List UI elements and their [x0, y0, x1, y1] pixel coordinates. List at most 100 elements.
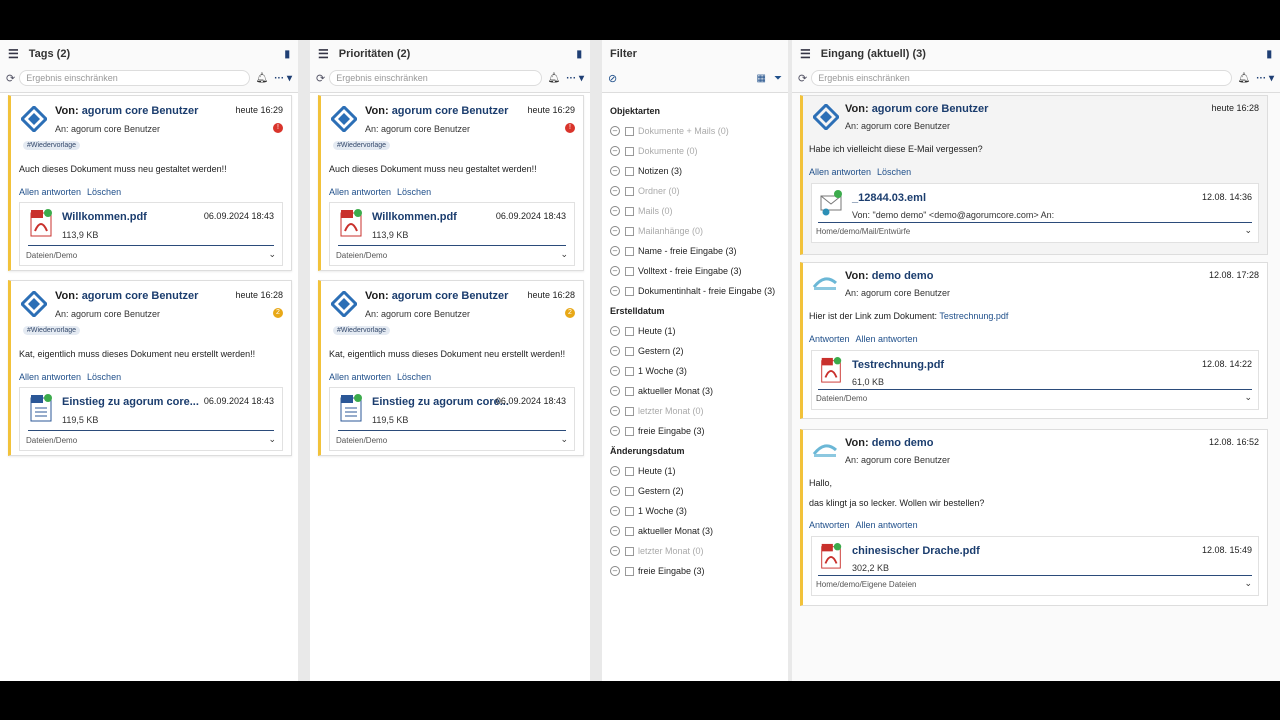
delete-link[interactable]: Löschen: [87, 187, 121, 197]
chevron-down-icon[interactable]: ⌄: [1244, 392, 1252, 403]
refresh-icon[interactable]: ⟳: [6, 72, 15, 85]
menu-icon[interactable]: ☰: [800, 47, 811, 61]
checkbox[interactable]: [625, 246, 634, 256]
attachment[interactable]: Einstieg zu agorum core... 06.09.2024 18…: [19, 387, 283, 451]
exclude-icon[interactable]: –: [610, 426, 620, 436]
action-link[interactable]: Allen antworten: [809, 167, 871, 177]
filter-item[interactable]: – Volltext - freie Eingabe (3): [610, 261, 780, 281]
tag-chip[interactable]: #Wiedervorlage: [23, 326, 81, 335]
checkbox[interactable]: [625, 486, 634, 496]
search-input[interactable]: Ergebnis einschränken: [19, 70, 250, 86]
filter-item[interactable]: – Dokumente (0): [610, 141, 780, 161]
filter-item[interactable]: – Ordner (0): [610, 181, 780, 201]
clear-filter-icon[interactable]: ⊘: [608, 72, 757, 85]
delete-link[interactable]: Löschen: [397, 187, 431, 197]
checkbox[interactable]: [625, 546, 634, 556]
sender-name[interactable]: agorum core Benutzer: [392, 290, 509, 302]
exclude-icon[interactable]: –: [610, 466, 620, 476]
checkbox[interactable]: [625, 386, 634, 396]
action-link[interactable]: Allen antworten: [856, 334, 918, 344]
file-name[interactable]: Willkommen.pdf: [372, 211, 457, 223]
menu-icon[interactable]: ☰: [8, 47, 19, 61]
tag-card[interactable]: Von: agorum core Benutzer heute 16:29 An…: [8, 95, 292, 271]
filter-item[interactable]: – Dokumentinhalt - freie Eingabe (3): [610, 281, 780, 301]
action-link[interactable]: Antworten: [809, 334, 850, 344]
exclude-icon[interactable]: –: [610, 506, 620, 516]
filter-item[interactable]: – Mailanhänge (0): [610, 221, 780, 241]
exclude-icon[interactable]: –: [610, 346, 620, 356]
file-name[interactable]: Willkommen.pdf: [62, 211, 147, 223]
filter-item[interactable]: – 1 Woche (3): [610, 501, 780, 521]
exclude-icon[interactable]: –: [610, 366, 620, 376]
exclude-icon[interactable]: –: [610, 146, 620, 156]
attachment[interactable]: _12844.03.eml 12.08. 14:36 Von: "demo demo…: [811, 183, 1259, 243]
reply-all-link[interactable]: Allen antworten: [329, 187, 391, 197]
mail-card[interactable]: Von: demo demo 12.08. 17:28 An: agorum cor…: [800, 262, 1268, 419]
bookmark-icon[interactable]: ▮: [1266, 49, 1272, 60]
filter-item[interactable]: – letzter Monat (0): [610, 401, 780, 421]
checkbox[interactable]: [625, 426, 634, 436]
bell-icon[interactable]: 🔔︎: [256, 73, 269, 84]
menu-icon[interactable]: ☰: [318, 47, 329, 61]
sender-name[interactable]: agorum core Benutzer: [872, 103, 989, 115]
sender-name[interactable]: agorum core Benutzer: [82, 290, 199, 302]
action-link[interactable]: Antworten: [809, 520, 850, 530]
exclude-icon[interactable]: –: [610, 566, 620, 576]
tag-card[interactable]: Von: agorum core Benutzer heute 16:28 An…: [8, 280, 292, 456]
exclude-icon[interactable]: –: [610, 326, 620, 336]
filter-item[interactable]: – aktueller Monat (3): [610, 381, 780, 401]
filter-item[interactable]: – Name - freie Eingabe (3): [610, 241, 780, 261]
exclude-icon[interactable]: –: [610, 526, 620, 536]
checkbox[interactable]: [625, 566, 634, 576]
checkbox[interactable]: [625, 166, 634, 176]
filter-item[interactable]: – freie Eingabe (3): [610, 421, 780, 441]
priority-card[interactable]: Von: agorum core Benutzer heute 16:29 An…: [318, 95, 584, 271]
exclude-icon[interactable]: –: [610, 186, 620, 196]
filter-item[interactable]: – Gestern (2): [610, 481, 780, 501]
attachment[interactable]: Willkommen.pdf 06.09.2024 18:43 113,9 KB…: [19, 202, 283, 266]
file-name[interactable]: _12844.03.eml: [852, 192, 926, 204]
bell-icon[interactable]: 🔔︎: [548, 73, 561, 84]
exclude-icon[interactable]: –: [610, 486, 620, 496]
checkbox[interactable]: [625, 146, 634, 156]
delete-link[interactable]: Löschen: [397, 372, 431, 382]
filter-item[interactable]: – Dokumente + Mails (0): [610, 121, 780, 141]
reply-all-link[interactable]: Allen antworten: [329, 372, 391, 382]
delete-link[interactable]: Löschen: [87, 372, 121, 382]
filter-item[interactable]: – Heute (1): [610, 461, 780, 481]
checkbox[interactable]: [625, 266, 634, 276]
reply-all-link[interactable]: Allen antworten: [19, 187, 81, 197]
bell-icon[interactable]: 🔔︎: [1238, 73, 1251, 84]
exclude-icon[interactable]: –: [610, 206, 620, 216]
exclude-icon[interactable]: –: [610, 166, 620, 176]
attachment[interactable]: Willkommen.pdf 06.09.2024 18:43 113,9 KB…: [329, 202, 575, 266]
bookmark-icon[interactable]: ▮: [284, 49, 290, 60]
filter-item[interactable]: – Notizen (3): [610, 161, 780, 181]
file-name[interactable]: Einstieg zu agorum core...: [372, 396, 509, 408]
filter-item[interactable]: – aktueller Monat (3): [610, 521, 780, 541]
file-name[interactable]: chinesischer Drache.pdf: [852, 545, 980, 557]
refresh-icon[interactable]: ⟳: [316, 72, 325, 85]
exclude-icon[interactable]: –: [610, 406, 620, 416]
reply-all-link[interactable]: Allen antworten: [19, 372, 81, 382]
checkbox[interactable]: [625, 506, 634, 516]
checkbox[interactable]: [625, 406, 634, 416]
checkbox[interactable]: [625, 126, 634, 136]
filter-item[interactable]: – Heute (1): [610, 321, 780, 341]
checkbox[interactable]: [625, 466, 634, 476]
attachment[interactable]: Einstieg zu agorum core... 06.09.2024 18…: [329, 387, 575, 451]
tag-chip[interactable]: #Wiedervorlage: [333, 326, 391, 335]
document-link[interactable]: Testrechnung.pdf: [939, 311, 1008, 321]
refresh-icon[interactable]: ⟳: [798, 72, 807, 85]
search-input[interactable]: Ergebnis einschränken: [811, 70, 1232, 86]
checkbox[interactable]: [625, 226, 634, 236]
grid-icon[interactable]: ▦: [757, 73, 766, 84]
action-link[interactable]: Löschen: [877, 167, 911, 177]
checkbox[interactable]: [625, 186, 634, 196]
filter-item[interactable]: – letzter Monat (0): [610, 541, 780, 561]
exclude-icon[interactable]: –: [610, 286, 620, 296]
filter-item[interactable]: – freie Eingabe (3): [610, 561, 780, 581]
bookmark-icon[interactable]: ▮: [576, 49, 582, 60]
sender-name[interactable]: agorum core Benutzer: [392, 105, 509, 117]
filter-item[interactable]: – Gestern (2): [610, 341, 780, 361]
